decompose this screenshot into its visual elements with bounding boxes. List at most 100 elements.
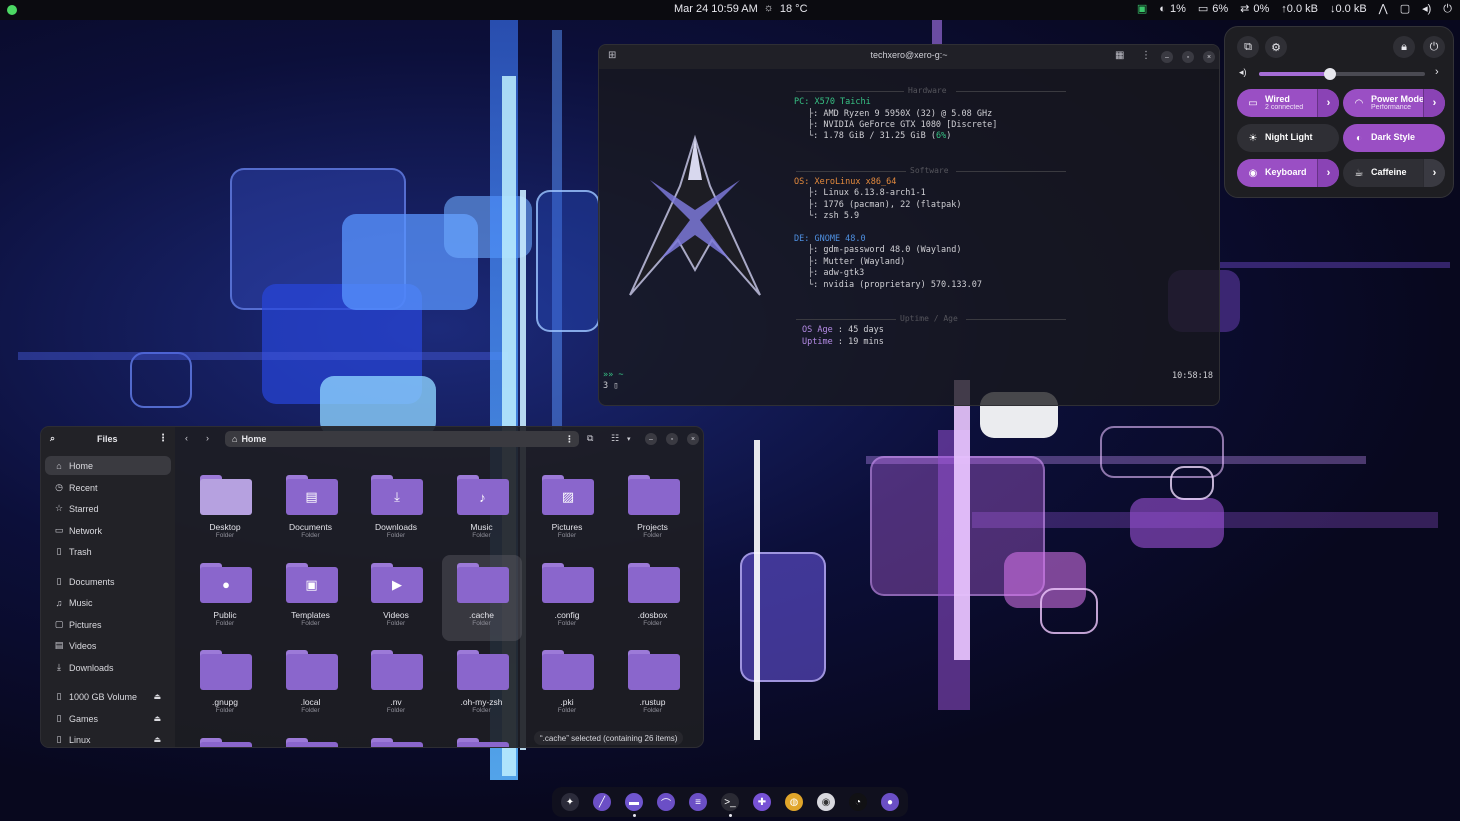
- file-item[interactable]: ● Public Folder: [185, 555, 265, 641]
- file-item[interactable]: ⤓ Downloads Folder: [356, 467, 436, 553]
- terminal-app-icon[interactable]: >_: [721, 793, 739, 811]
- file-item-partial[interactable]: [442, 730, 522, 747]
- close-button[interactable]: ×: [687, 433, 699, 445]
- file-item[interactable]: .nv Folder: [356, 642, 436, 728]
- sidebar-item-starred[interactable]: ☆ Starred: [45, 499, 171, 518]
- hw-pc-line: PC: X570 Taichi: [794, 97, 871, 107]
- sidebar-item-home[interactable]: ⌂ Home: [45, 456, 171, 475]
- folder-icon: [285, 650, 338, 690]
- file-item[interactable]: ▣ Templates Folder: [271, 555, 351, 641]
- sidebar-item-linux[interactable]: ▯ Linux ⏏: [45, 730, 171, 747]
- screenshot-button[interactable]: ⧉: [1237, 36, 1259, 58]
- eject-icon[interactable]: ⏏: [153, 735, 161, 744]
- xero-tray-icon[interactable]: ⋀: [1379, 3, 1388, 15]
- file-name: Public: [213, 609, 237, 620]
- tile-chevron-icon[interactable]: ›: [1317, 89, 1339, 117]
- folder-icon: [371, 650, 423, 690]
- minimize-button[interactable]: –: [1161, 51, 1173, 63]
- file-item-partial[interactable]: [185, 730, 265, 747]
- eject-icon[interactable]: ⏏: [153, 692, 161, 701]
- sidebar-item-network[interactable]: ▭ Network: [45, 521, 171, 540]
- settings-app-icon[interactable]: ≡: [689, 793, 707, 811]
- sidebar-item-videos[interactable]: ▤ Videos: [45, 636, 171, 655]
- close-button[interactable]: ×: [1203, 51, 1215, 63]
- disc-app-icon[interactable]: ◉: [817, 793, 835, 811]
- volume-slider-knob[interactable]: [1324, 68, 1337, 80]
- file-item[interactable]: .rustup Folder: [613, 642, 693, 728]
- file-item[interactable]: .pki Folder: [527, 642, 607, 728]
- activities-indicator-icon[interactable]: [7, 5, 17, 15]
- tile-keyboard[interactable]: ◉ Keyboard ›: [1237, 159, 1339, 187]
- path-menu-icon[interactable]: ⋮: [565, 434, 574, 444]
- forward-icon[interactable]: ›: [206, 433, 209, 443]
- eject-icon[interactable]: ⏏: [153, 714, 161, 723]
- power-menu-button[interactable]: ⏻: [1423, 36, 1445, 58]
- tile-caffeine[interactable]: ☕︎ Caffeine ›: [1343, 159, 1445, 187]
- file-item[interactable]: .oh-my-zsh Folder: [442, 642, 522, 728]
- tile-night-light[interactable]: ☀ Night Light: [1237, 124, 1339, 152]
- file-item[interactable]: .local Folder: [271, 642, 351, 728]
- volume-slider[interactable]: [1259, 68, 1425, 80]
- search-icon[interactable]: ⌕: [50, 434, 55, 443]
- public-emblem-icon: ●: [222, 577, 230, 592]
- path-bar[interactable]: ⌂ Home ⋮: [225, 431, 579, 447]
- file-item[interactable]: ▶ Videos Folder: [356, 555, 436, 641]
- sidebar-item-games[interactable]: ▯ Games ⏏: [45, 709, 171, 728]
- files-app-icon[interactable]: ▬: [625, 793, 643, 811]
- file-item[interactable]: .gnupg Folder: [185, 642, 265, 728]
- audio-output-chevron-icon[interactable]: ›: [1435, 67, 1439, 78]
- browser-app-icon[interactable]: ◍: [785, 793, 803, 811]
- system-indicators[interactable]: ▣ ◐ 1% ▭ 6% ⇄ 0% ↑0.0 kB ↓0.0 kB ⋀ ▢ ◂) …: [1137, 3, 1452, 15]
- tile-chevron-icon[interactable]: ›: [1317, 159, 1339, 187]
- tile-chevron-icon[interactable]: ›: [1423, 89, 1445, 117]
- file-item[interactable]: Projects Folder: [613, 467, 693, 553]
- file-item[interactable]: Desktop Folder: [185, 467, 265, 553]
- network-wired-icon: ▢: [1399, 2, 1411, 15]
- sidebar-item-recent[interactable]: ◷ Recent: [45, 478, 171, 497]
- view-list-icon[interactable]: ☷: [611, 433, 619, 444]
- tile-chevron-icon[interactable]: ›: [1423, 159, 1445, 187]
- tile-label: Wired: [1265, 93, 1290, 104]
- sw-theme-line: ├: adw-gtk3: [808, 268, 865, 278]
- maximize-button[interactable]: ▫: [666, 433, 678, 445]
- documents-emblem-icon: ▤: [305, 489, 318, 504]
- file-item[interactable]: .config Folder: [527, 555, 607, 641]
- minimize-button[interactable]: –: [645, 433, 657, 445]
- xerolinux-icon[interactable]: ✦: [561, 793, 579, 811]
- tile-wired[interactable]: ▭ Wired 2 connected ›: [1237, 89, 1339, 117]
- sidebar-item-music[interactable]: ♫ Music: [45, 593, 171, 612]
- files-window[interactable]: ⌕ Files ⋮ ⌂ Home ◷ Recent ☆ Starred ▭ Network ▯ T…: [40, 426, 704, 748]
- new-window-icon[interactable]: ⧉: [587, 433, 593, 444]
- prompt-input[interactable]: 3 ▯: [603, 381, 618, 391]
- file-item[interactable]: ▨ Pictures Folder: [527, 467, 607, 553]
- pacman-app-icon[interactable]: ◔: [849, 793, 867, 811]
- maximize-button[interactable]: ▫: [1182, 51, 1194, 63]
- clock-weather[interactable]: Mar 24 10:59 AM ☼ 18 °C: [674, 3, 808, 16]
- main-menu-icon[interactable]: ⋮: [158, 434, 168, 444]
- file-item[interactable]: .dosbox Folder: [613, 555, 693, 641]
- sidebar-item-pictures[interactable]: ▢ Pictures: [45, 615, 171, 634]
- menu-icon[interactable]: ⋮: [1141, 50, 1151, 61]
- tray-app-icon[interactable]: ▣: [1137, 3, 1147, 15]
- file-item[interactable]: .cache Folder: [441, 554, 522, 641]
- file-item-partial[interactable]: [271, 730, 351, 747]
- sword-app-icon[interactable]: ╱: [593, 793, 611, 811]
- network-app-icon[interactable]: ⌒: [657, 793, 675, 811]
- view-options-chevron-icon[interactable]: ▾: [627, 435, 631, 443]
- sidebar-item-1000-gb-volume[interactable]: ▯ 1000 GB Volume ⏏: [45, 687, 171, 706]
- tab-overview-icon[interactable]: ▦: [1115, 50, 1124, 61]
- back-icon[interactable]: ‹: [185, 433, 188, 443]
- tile-dark-style[interactable]: ◐ Dark Style: [1343, 124, 1445, 152]
- sidebar-item-trash[interactable]: ▯ Trash: [45, 542, 171, 561]
- extensions-app-icon[interactable]: ✚: [753, 793, 771, 811]
- sidebar-item-documents[interactable]: ▯ Documents: [45, 572, 171, 591]
- file-item[interactable]: ▤ Documents Folder: [271, 467, 351, 553]
- tile-power-mode[interactable]: ◠ Power Mode Performance ›: [1343, 89, 1445, 117]
- file-item-partial[interactable]: [356, 730, 436, 747]
- settings-button[interactable]: ⚙: [1265, 36, 1287, 58]
- sw-driver-line: └: nvidia (proprietary) 570.133.07: [808, 280, 982, 290]
- toggle-app-icon[interactable]: ●: [881, 793, 899, 811]
- sidebar-item-downloads[interactable]: ⤓ Downloads: [45, 658, 171, 677]
- lock-button[interactable]: 🔒︎: [1393, 36, 1415, 58]
- file-item[interactable]: ♪ Music Folder: [442, 467, 522, 553]
